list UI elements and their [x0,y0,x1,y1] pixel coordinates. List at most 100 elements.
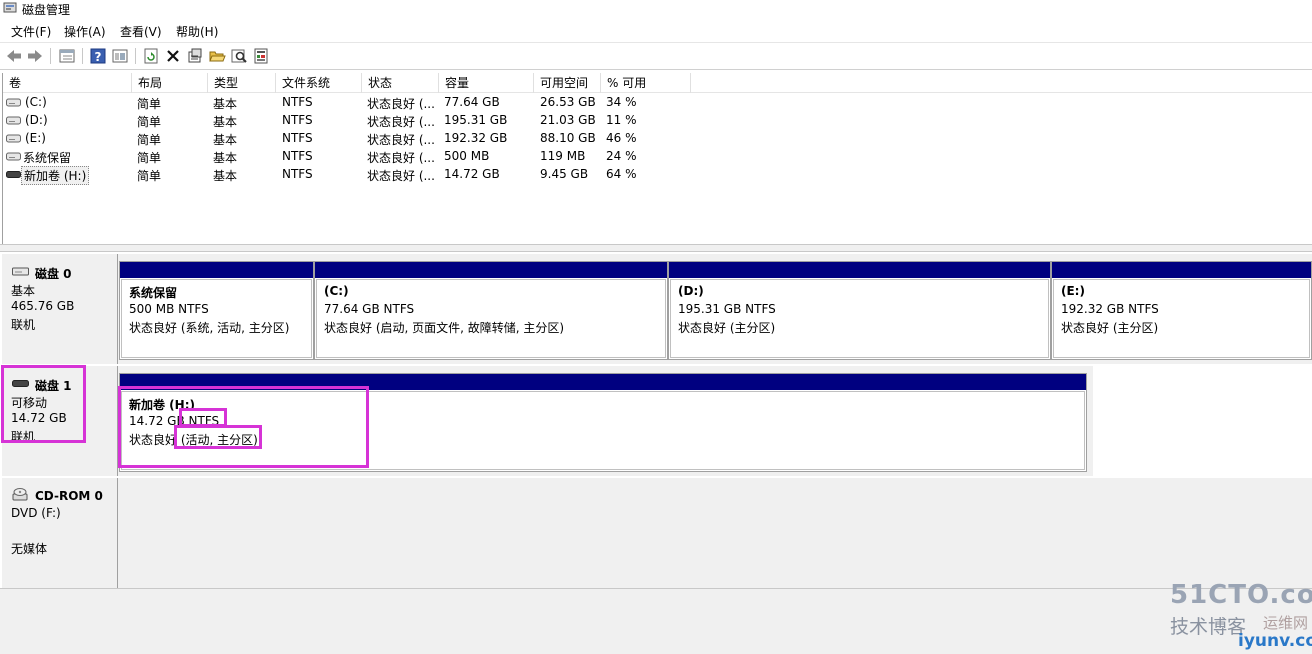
forward-icon[interactable] [26,47,44,65]
volume-filesystem: NTFS [282,95,313,109]
volume-row[interactable]: (E:) 简单 基本 NTFS 状态良好 (... 192.32 GB 88.1… [3,130,703,148]
menu-view[interactable]: 查看(V) [119,23,163,40]
partition-body: (E:) 192.32 GB NTFS 状态良好 (主分区) [1053,279,1310,358]
disk-0-partitions: 系统保留 500 MB NTFS 状态良好 (系统, 活动, 主分区) (C:)… [118,254,1312,364]
volume-percent-free: 34 % [606,95,637,109]
menu-help[interactable]: 帮助(H) [175,23,219,40]
column-status[interactable]: 状态 [362,73,439,93]
volume-free-space: 119 MB [540,149,586,163]
watermark-domain: iyunv.com [1238,631,1312,651]
column-filesystem[interactable]: 文件系统 [276,73,362,93]
disk-state: 无媒体 [11,542,48,556]
column-capacity[interactable]: 容量 [439,73,534,93]
drive-icon [6,98,21,107]
highlight-active-primary [174,425,262,449]
volume-percent-free: 24 % [606,149,637,163]
disk-type: 基本 [11,284,36,298]
toolbar-separator [50,48,51,64]
drive-icon [6,134,21,143]
column-percent-free[interactable]: % 可用 [601,73,691,93]
partition-status: 状态良好 (启动, 页面文件, 故障转储, 主分区) [324,321,565,335]
volume-status: 状态良好 (... [367,115,435,129]
volume-name: 新加卷 (H:) [21,166,90,185]
volume-free-space: 26.53 GB [540,95,596,109]
partition-name: (E:) [1061,284,1085,298]
volume-row[interactable]: (D:) 简单 基本 NTFS 状态良好 (... 195.31 GB 21.0… [3,112,703,130]
column-free-space[interactable]: 可用空间 [534,73,601,93]
volume-name: (E:) [25,131,46,145]
disk-size: 465.76 GB [11,299,75,313]
column-layout[interactable]: 布局 [132,73,208,93]
volume-row[interactable]: 系统保留 简单 基本 NTFS 状态良好 (... 500 MB 119 MB … [3,148,703,166]
volume-percent-free: 46 % [606,131,637,145]
view-top-icon[interactable] [58,47,76,65]
partition-system-reserved[interactable]: 系统保留 500 MB NTFS 状态良好 (系统, 活动, 主分区) [119,261,314,360]
pane-splitter[interactable] [0,244,1312,252]
cdrom-0-info[interactable]: CD-ROM 0 DVD (F:) 无媒体 [2,478,118,588]
drive-icon [6,116,21,125]
volume-layout: 简单 [137,169,162,183]
back-icon[interactable] [5,47,23,65]
volume-list-header: 卷 布局 类型 文件系统 状态 容量 可用空间 % 可用 [3,73,1312,93]
volume-status: 状态良好 (... [367,151,435,165]
window-title: 磁盘管理 [22,3,71,17]
watermark-site: 51CTO.com [1170,580,1312,610]
open-icon[interactable] [208,47,226,65]
toolbar: ? [0,42,1312,70]
delete-icon[interactable] [164,47,182,65]
volume-name: 系统保留 [23,151,72,165]
volume-type: 基本 [213,133,238,147]
partition-size: 195.31 GB NTFS [678,302,776,316]
partition-size: 192.32 GB NTFS [1061,302,1159,316]
volume-row[interactable]: (C:) 简单 基本 NTFS 状态良好 (... 77.64 GB 26.53… [3,94,703,112]
view-bottom-icon[interactable] [111,47,129,65]
volume-row[interactable]: 新加卷 (H:) 简单 基本 NTFS 状态良好 (... 14.72 GB 9… [3,166,703,185]
disk-type: DVD (F:) [11,506,61,520]
properties-icon[interactable] [186,47,204,65]
explore-icon[interactable] [230,47,248,65]
disk-0-info[interactable]: 磁盘 0 基本 465.76 GB 联机 [2,254,118,364]
volume-list: 卷 布局 类型 文件系统 状态 容量 可用空间 % 可用 (C:) 简单 基本 … [2,73,1312,244]
volume-name: (D:) [25,113,48,127]
highlight-disk-1 [1,365,86,443]
volume-layout: 简单 [137,133,162,147]
volume-name: (C:) [25,95,47,109]
partition-bar [315,262,667,278]
disk-graphical-view: 磁盘 0 基本 465.76 GB 联机 系统保留 500 MB NTFS 状态… [0,252,1312,654]
disk-management-icon [3,2,17,13]
partition-name: 系统保留 [129,286,178,300]
partition-size: 77.64 GB NTFS [324,302,415,316]
partition-c[interactable]: (C:) 77.64 GB NTFS 状态良好 (启动, 页面文件, 故障转储,… [314,261,668,360]
volume-status: 状态良好 (... [367,133,435,147]
volume-type: 基本 [213,169,238,183]
partition-status: 状态良好 (主分区) [1061,321,1159,335]
partition-bar [669,262,1050,278]
partition-body: (D:) 195.31 GB NTFS 状态良好 (主分区) [670,279,1049,358]
volume-capacity: 192.32 GB [444,131,508,145]
help-icon[interactable]: ? [89,47,107,65]
volume-capacity: 195.31 GB [444,113,508,127]
volume-percent-free: 11 % [606,113,637,127]
cdrom-icon [12,488,28,501]
partition-e[interactable]: (E:) 192.32 GB NTFS 状态良好 (主分区) [1051,261,1312,360]
volume-free-space: 21.03 GB [540,113,596,127]
partition-d[interactable]: (D:) 195.31 GB NTFS 状态良好 (主分区) [668,261,1051,360]
volume-type: 基本 [213,151,238,165]
refresh-icon[interactable] [142,47,160,65]
volume-free-space: 9.45 GB [540,167,589,181]
removable-drive-icon [6,171,21,178]
partition-name: (D:) [678,284,704,298]
column-volume[interactable]: 卷 [3,73,132,93]
menu-action[interactable]: 操作(A) [63,23,107,40]
partition-bar [1052,262,1311,278]
wizard-icon[interactable] [252,47,270,65]
partition-body: 系统保留 500 MB NTFS 状态良好 (系统, 活动, 主分区) [121,279,312,358]
bottom-empty-area [0,588,1312,654]
menu-bar: 文件(F) 操作(A) 查看(V) 帮助(H) [0,19,1312,41]
volume-capacity: 77.64 GB [444,95,500,109]
menu-file[interactable]: 文件(F) [10,23,52,40]
volume-status: 状态良好 (... [367,169,435,183]
partition-status: 状态良好 (系统, 活动, 主分区) [129,321,290,335]
watermark-ops: 运维网 [1263,614,1309,632]
column-type[interactable]: 类型 [208,73,276,93]
